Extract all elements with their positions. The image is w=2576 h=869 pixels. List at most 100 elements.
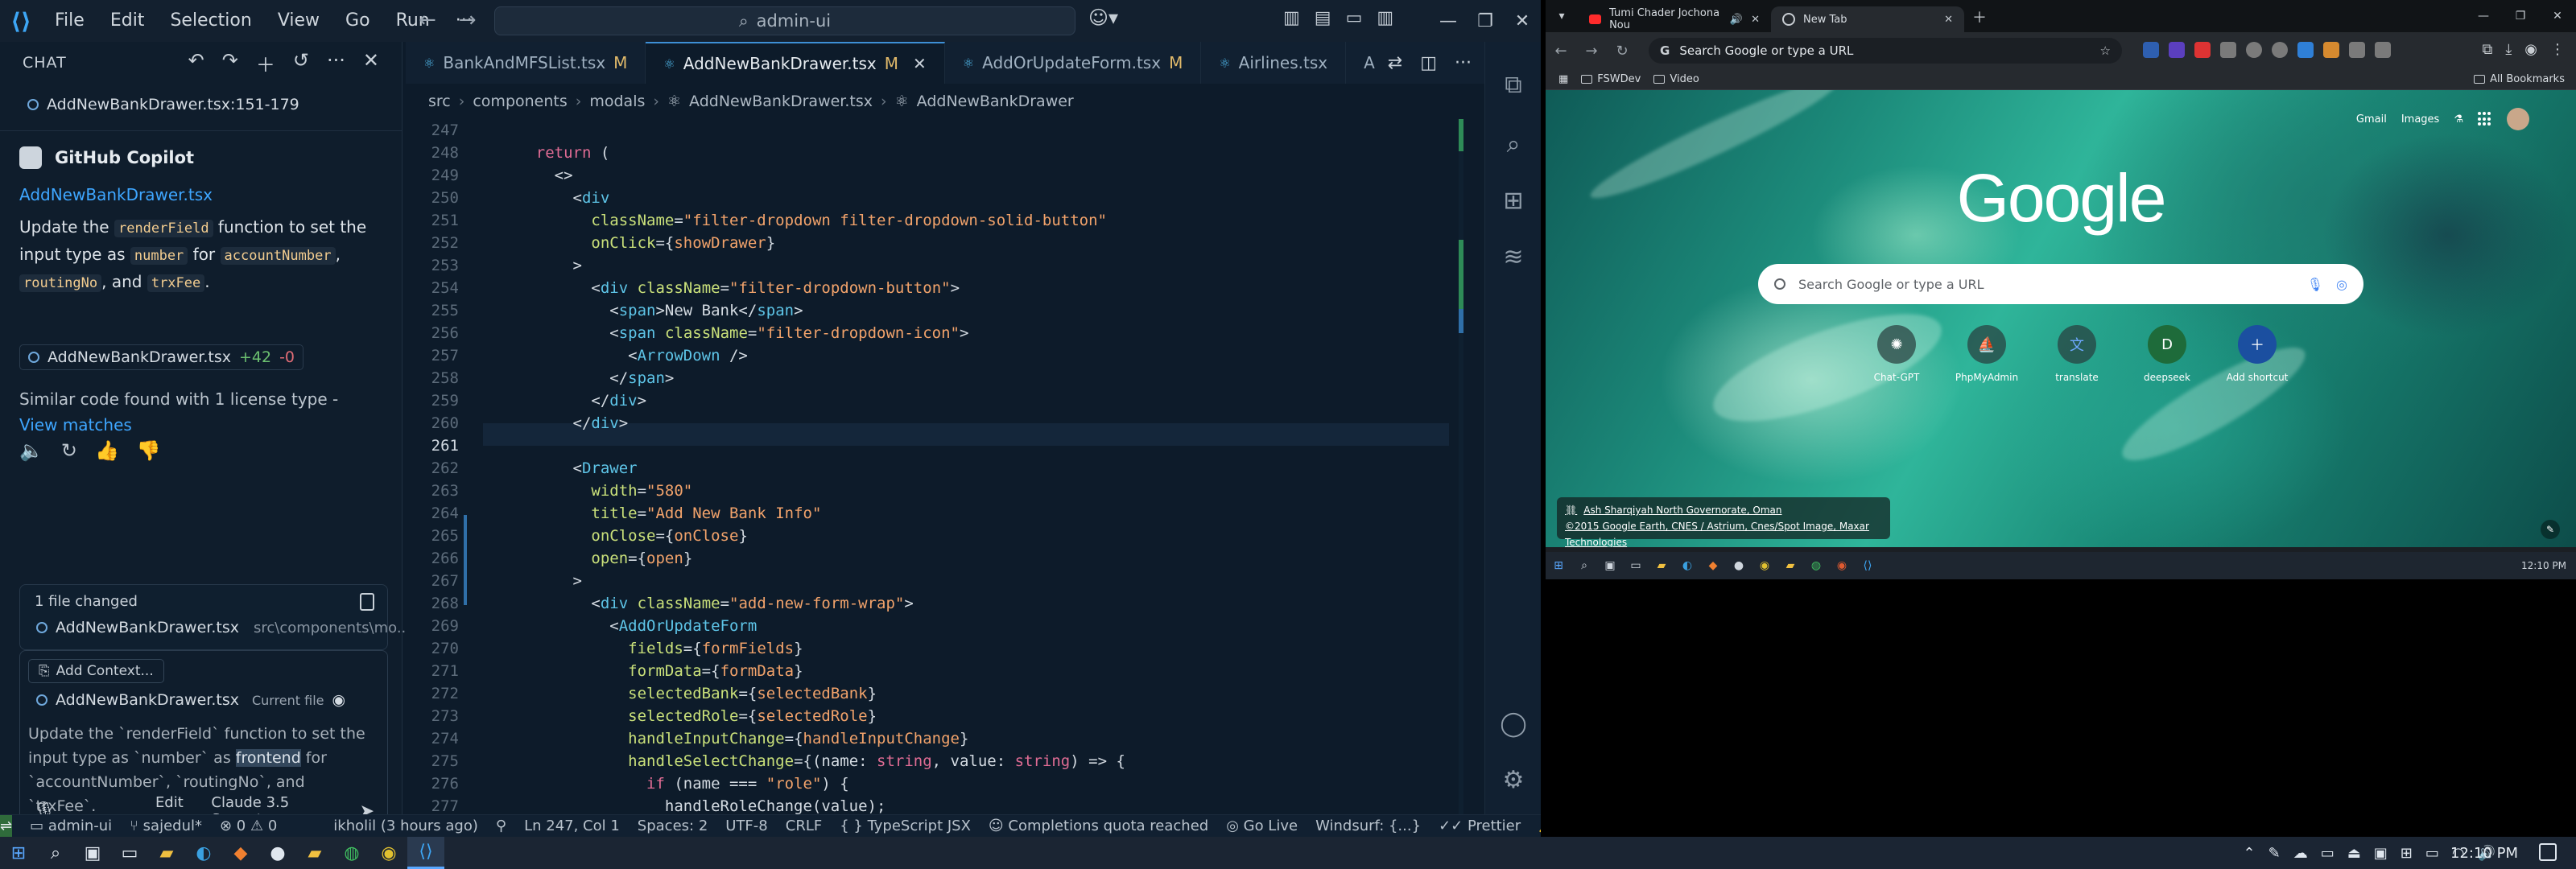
- code-line[interactable]: 275 handleSelectChange={(name: string, v…: [406, 750, 1468, 772]
- remote-icon[interactable]: ⇌: [0, 814, 13, 837]
- status-spaces[interactable]: Spaces: 2: [638, 818, 708, 834]
- inner-clock[interactable]: 12:10 PM: [2512, 552, 2576, 579]
- close-tab-icon[interactable]: ✕: [1751, 14, 1760, 26]
- explorer-icon[interactable]: ⧉: [1485, 71, 1541, 99]
- profile-icon[interactable]: ◉: [2524, 41, 2537, 58]
- extension-icon[interactable]: [2220, 42, 2236, 58]
- bookmark-folder-fswdev[interactable]: FSWDev: [1581, 73, 1641, 85]
- code-line[interactable]: 266 open={open}: [406, 547, 1468, 570]
- status-repo[interactable]: ▭ admin-ui: [30, 818, 112, 834]
- open-diff-icon[interactable]: [360, 593, 374, 611]
- extension-icon[interactable]: [2297, 42, 2314, 58]
- extension-icon[interactable]: [2143, 42, 2159, 58]
- app-icon[interactable]: ▭: [1623, 552, 1649, 579]
- vscode-taskbar-icon[interactable]: ⟨⟩: [407, 837, 444, 869]
- tab-new-tab[interactable]: New Tab ✕: [1771, 6, 1964, 32]
- view-matches-link[interactable]: View matches: [19, 415, 132, 434]
- apps-icon[interactable]: ▦: [1558, 73, 1568, 85]
- edge-icon[interactable]: ◐: [185, 837, 222, 869]
- layout-left-icon[interactable]: ▤: [1315, 8, 1331, 28]
- windsurf-icon[interactable]: ≋: [1485, 243, 1541, 271]
- layout-panel-icon[interactable]: ▭: [1346, 8, 1363, 28]
- sticky-notes-icon[interactable]: ▰: [148, 837, 185, 869]
- vscode-logo-icon[interactable]: ⟨⟩: [0, 0, 42, 42]
- account-icon[interactable]: ◯: [1485, 710, 1541, 738]
- code-line[interactable]: 269 <AddOrUpdateForm: [406, 615, 1468, 637]
- audio-icon[interactable]: 🔊: [1730, 14, 1743, 26]
- explorer-icon[interactable]: ▰: [1649, 552, 1674, 579]
- status-branch[interactable]: ⑂ sajedul*: [130, 818, 202, 834]
- code-line[interactable]: 253 >: [406, 254, 1468, 277]
- search-icon[interactable]: ⌕: [1485, 130, 1541, 159]
- tray-app-icon[interactable]: ✎: [2268, 845, 2281, 862]
- status-quota[interactable]: ☺ Completions quota reached: [989, 818, 1208, 834]
- shortcut-translate[interactable]: 文 translate: [2032, 325, 2122, 383]
- postman-icon[interactable]: ◆: [222, 837, 259, 869]
- close-chat-icon[interactable]: ✕: [363, 49, 379, 77]
- minimize-icon[interactable]: —: [1430, 0, 1467, 42]
- reference-chip[interactable]: AddNewBankDrawer.tsx:151-179: [18, 90, 383, 119]
- breadcrumb-item[interactable]: modals: [589, 93, 645, 110]
- breadcrumb-item[interactable]: components: [473, 93, 567, 110]
- account-avatar[interactable]: [2507, 108, 2529, 130]
- current-file-chip[interactable]: AddNewBankDrawer.tsx Current file ◉: [36, 691, 345, 709]
- extension-icon[interactable]: [2169, 42, 2185, 58]
- chrome-icon[interactable]: ◉: [370, 837, 407, 869]
- extension-icon[interactable]: [2323, 42, 2339, 58]
- code-line[interactable]: 276 if (name === "role") {: [406, 772, 1468, 795]
- code-line[interactable]: 250 <div: [406, 187, 1468, 209]
- code-line[interactable]: 252 onClick={showDrawer}: [406, 232, 1468, 254]
- widgets-icon[interactable]: ▭: [111, 837, 148, 869]
- code-line[interactable]: 268 <div className="add-new-form-wrap">: [406, 592, 1468, 615]
- code-line[interactable]: 265 onClose={onClose}: [406, 525, 1468, 547]
- code-line[interactable]: 258 </span>: [406, 367, 1468, 389]
- extensions-puzzle-icon[interactable]: ⧉: [2482, 41, 2492, 58]
- back-arrow-icon[interactable]: ←: [419, 8, 436, 32]
- response-file-link[interactable]: AddNewBankDrawer.tsx: [19, 185, 213, 204]
- chrome-icon[interactable]: ◉: [1829, 552, 1855, 579]
- extension-icon[interactable]: [2272, 42, 2288, 58]
- code-line[interactable]: 261: [406, 434, 1468, 457]
- code-line[interactable]: 274 handleInputChange={handleInputChange…: [406, 727, 1468, 750]
- download-icon[interactable]: ⤓: [2505, 41, 2512, 58]
- menu-go[interactable]: Go: [332, 0, 383, 42]
- menu-view[interactable]: View: [265, 0, 332, 42]
- images-link[interactable]: Images: [2401, 113, 2440, 126]
- command-center-search[interactable]: ⌕ admin-ui: [494, 6, 1075, 35]
- code-line[interactable]: 263 width="580": [406, 480, 1468, 502]
- close-icon[interactable]: ✕: [2539, 0, 2576, 32]
- code-line[interactable]: 247: [406, 119, 1468, 142]
- settings-gear-icon[interactable]: ⚙: [1485, 766, 1541, 794]
- menu-selection[interactable]: Selection: [157, 0, 264, 42]
- breadcrumb-item[interactable]: AddNewBankDrawer: [917, 93, 1074, 110]
- undo-icon[interactable]: ↶: [188, 49, 204, 77]
- extensions-icon[interactable]: ⊞: [1485, 187, 1541, 215]
- status-eol[interactable]: CRLF: [786, 818, 822, 834]
- history-icon[interactable]: ↺: [293, 49, 309, 77]
- status-windsurf[interactable]: Windsurf: {...}: [1315, 818, 1421, 834]
- more-icon[interactable]: ···: [327, 49, 345, 77]
- google-search-box[interactable]: Search Google or type a URL 🎙 ◎: [1758, 264, 2363, 304]
- tray-app-icon[interactable]: ▣: [2374, 845, 2388, 862]
- all-bookmarks[interactable]: All Bookmarks: [2474, 73, 2565, 85]
- split-editor-icon[interactable]: ◫: [1420, 53, 1437, 73]
- battery-icon[interactable]: ▭: [2425, 845, 2439, 862]
- app-icon[interactable]: ◆: [1700, 552, 1726, 579]
- forward-icon[interactable]: →: [1576, 43, 1607, 60]
- task-view-icon[interactable]: ▣: [74, 837, 111, 869]
- extension-icon[interactable]: [2349, 42, 2365, 58]
- tab-search-icon[interactable]: ▾: [1546, 0, 1578, 32]
- whatsapp-icon[interactable]: ◍: [333, 837, 370, 869]
- layout-sidebar-icon[interactable]: ▥: [1283, 8, 1300, 28]
- shortcut-deepseek[interactable]: Ddeepseek: [2122, 325, 2212, 383]
- edge-icon[interactable]: ◐: [1674, 552, 1700, 579]
- bookmark-folder-video[interactable]: Video: [1653, 73, 1699, 85]
- new-chat-icon[interactable]: ＋: [256, 49, 275, 77]
- onedrive-icon[interactable]: ☁: [2293, 845, 2308, 862]
- app-icon[interactable]: ●: [259, 837, 296, 869]
- search-icon[interactable]: ⌕: [37, 837, 74, 869]
- chat-input-box[interactable]: ⎘ Add Context... AddNewBankDrawer.tsx Cu…: [19, 650, 388, 837]
- chevron-up-icon[interactable]: ⌃: [2244, 845, 2256, 862]
- tab-addorupdateform[interactable]: ⚛ AddOrUpdateForm.tsx M: [945, 42, 1202, 84]
- code-line[interactable]: 270 fields={formFields}: [406, 637, 1468, 660]
